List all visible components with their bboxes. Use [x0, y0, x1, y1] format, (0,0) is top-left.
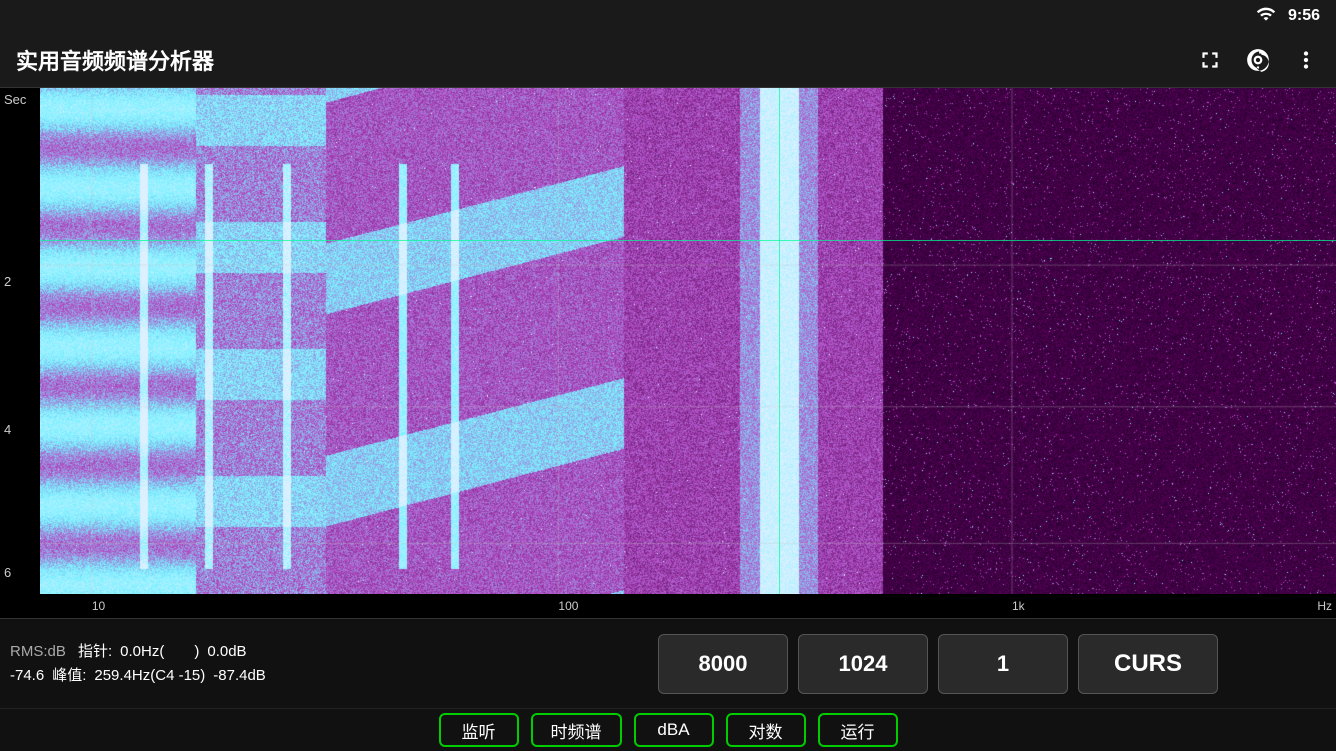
app-bar-icons	[1196, 46, 1320, 74]
rms-label: RMS:dB	[10, 640, 70, 664]
pointer-db: 0.0dB	[207, 640, 246, 664]
x-label-100: 100	[558, 599, 578, 613]
x-axis: 10 100 1k Hz	[40, 594, 1336, 618]
log-button[interactable]: 对数	[726, 713, 806, 747]
rms-row: RMS:dB 指针: 0.0Hz( ) 0.0dB	[10, 640, 530, 664]
zoom-button[interactable]: 1	[938, 634, 1068, 694]
target-button[interactable]	[1244, 46, 1272, 74]
y-label-2: 2	[4, 274, 11, 289]
curs-button[interactable]: CURS	[1078, 634, 1218, 694]
spectrogram-button[interactable]: 时频谱	[531, 713, 622, 747]
info-buttons: 8000 1024 1 CURS	[540, 619, 1336, 708]
x-label-1k: 1k	[1012, 599, 1025, 613]
listen-button[interactable]: 监听	[439, 713, 519, 747]
app-bar: 实用音频频谱分析器	[0, 32, 1336, 88]
pointer-label: 指针:	[78, 640, 112, 664]
peak-row: -74.6 峰值: 259.4Hz(C4 -15) -87.4dB	[10, 664, 530, 688]
app-title: 实用音频频谱分析器	[16, 44, 1196, 76]
y-label-6: 6	[4, 565, 11, 580]
h-cursor-line	[40, 240, 1336, 241]
pointer-freq: 0.0Hz( )	[120, 640, 199, 664]
y-axis-label: Sec	[4, 92, 26, 107]
y-label-4: 4	[4, 422, 11, 437]
status-bar: 9:56	[0, 0, 1336, 32]
status-time: 9:56	[1288, 7, 1320, 25]
peak-db: -87.4dB	[213, 664, 266, 688]
peak-label: 峰值:	[52, 664, 86, 688]
fft-size-button[interactable]: 1024	[798, 634, 928, 694]
x-label-hz: Hz	[1317, 599, 1332, 613]
rms-value: -74.6	[10, 664, 44, 688]
fullscreen-button[interactable]	[1196, 46, 1224, 74]
spectrogram-container[interactable]: Sec 2 4 6 10 100 1k Hz	[0, 88, 1336, 618]
spectrogram-canvas[interactable]	[40, 88, 1336, 594]
v-cursor-line	[779, 88, 780, 594]
wifi-icon	[1256, 4, 1276, 29]
peak-freq: 259.4Hz(C4 -15)	[94, 664, 205, 688]
x-label-10: 10	[92, 599, 105, 613]
info-bar: RMS:dB 指针: 0.0Hz( ) 0.0dB -74.6 峰值: 259.…	[0, 618, 1336, 708]
dba-button[interactable]: dBA	[634, 713, 714, 747]
info-left: RMS:dB 指针: 0.0Hz( ) 0.0dB -74.6 峰值: 259.…	[0, 619, 540, 708]
sample-rate-button[interactable]: 8000	[658, 634, 788, 694]
run-button[interactable]: 运行	[818, 713, 898, 747]
bottom-bar: 监听 时频谱 dBA 对数 运行	[0, 708, 1336, 751]
more-vert-button[interactable]	[1292, 46, 1320, 74]
